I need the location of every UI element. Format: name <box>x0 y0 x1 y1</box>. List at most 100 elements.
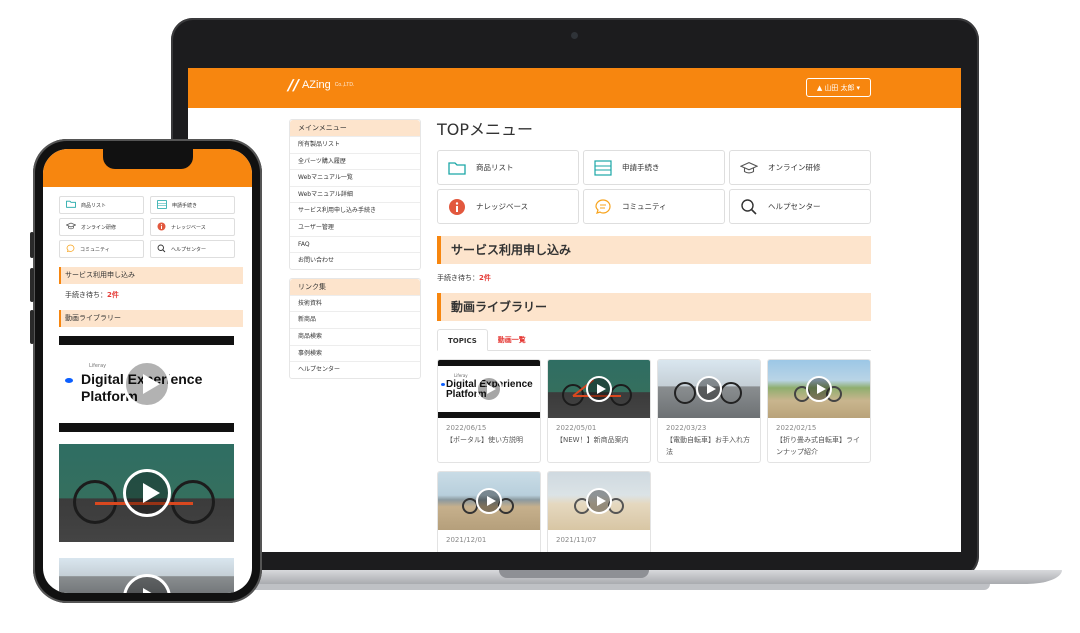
menu-card-help[interactable]: ヘルプセンター <box>729 189 871 224</box>
header-bar: ∕∕ AZing Co.,LTD. ▲ 山田 太郎 ▾ <box>188 68 961 108</box>
menu-card-knowledge[interactable]: ナレッジベース <box>437 189 579 224</box>
sidebar: メインメニュー 所有製品リスト 全パーツ購入履歴 Webマニュアル一覧 Webマ… <box>289 119 421 387</box>
user-name: 山田 太郎 <box>824 83 855 92</box>
video-card[interactable]: 2022/02/15 【折り畳み式自転車】ラインナップ紹介 <box>767 359 871 463</box>
main-menu-title: メインメニュー <box>290 120 420 136</box>
user-menu-button[interactable]: ▲ 山田 太郎 ▾ <box>806 78 871 97</box>
play-icon[interactable] <box>806 376 832 402</box>
phone-pending-status[interactable]: 手続き待ち：2件 <box>65 290 252 302</box>
phone-menu-help[interactable]: ヘルプセンター <box>150 240 235 258</box>
chat-icon <box>594 198 612 216</box>
liferay-logo-icon <box>441 383 445 386</box>
play-icon[interactable] <box>696 376 722 402</box>
phone-menu-products[interactable]: 商品リスト <box>59 196 144 214</box>
phone-pending-label: 手続き待ち： <box>65 291 107 299</box>
play-icon[interactable] <box>122 360 171 408</box>
video-grid: Liferay Digital Experience Platform 2022/… <box>437 359 871 552</box>
magnifier-icon <box>157 244 166 255</box>
video-card[interactable]: 2021/11/07 <box>547 471 651 552</box>
graduation-cap-icon <box>65 222 77 232</box>
video-card[interactable]: Liferay Digital Experience Platform 2022/… <box>437 359 541 463</box>
sidebar-item[interactable]: サービス利用申し込み手続き <box>290 202 420 219</box>
logo[interactable]: ∕∕ AZing Co.,LTD. <box>288 76 354 94</box>
video-meta: 2022/03/23 【電動自転車】お手入れ方法 <box>658 418 760 462</box>
folder-icon <box>66 200 76 210</box>
video-meta: 2022/02/15 【折り畳み式自転車】ラインナップ紹介 <box>768 418 870 462</box>
phone-pending-count: 2件 <box>107 291 119 299</box>
pending-label: 手続き待ち： <box>437 274 479 282</box>
video-title: 【NEW！】新商品案内 <box>556 436 629 444</box>
play-icon[interactable] <box>476 488 502 514</box>
phone-video-thumbnail[interactable] <box>59 558 234 593</box>
link-item[interactable]: 新商品 <box>290 311 420 328</box>
sidebar-item[interactable]: 所有製品リスト <box>290 136 420 153</box>
sidebar-item[interactable]: 全パーツ購入履歴 <box>290 152 420 170</box>
play-icon[interactable] <box>586 488 612 514</box>
links-panel: リンク集 技術資料 新商品 商品検索 事例検索 ヘルプセンター <box>289 277 421 379</box>
link-item[interactable]: 商品検索 <box>290 327 420 345</box>
play-icon[interactable] <box>586 376 612 402</box>
video-meta: 2021/12/01 <box>438 530 540 550</box>
menu-card-label: オンライン研修 <box>768 163 821 172</box>
video-card[interactable]: 2022/03/23 【電動自転車】お手入れ方法 <box>657 359 761 463</box>
info-icon <box>448 198 466 216</box>
pending-status[interactable]: 手続き待ち：2件 <box>437 273 871 283</box>
menu-card-label: 申請手続き <box>622 163 660 172</box>
video-title: 【電動自転車】お手入れ方法 <box>666 436 750 456</box>
phone-notch <box>103 149 193 169</box>
video-date: 2022/02/15 <box>776 424 817 432</box>
menu-card-label: ナレッジベース <box>476 202 529 211</box>
phone-menu-community[interactable]: コミュニティ <box>59 240 144 258</box>
phone-menu-knowledge[interactable]: ナレッジベース <box>150 218 235 236</box>
play-icon[interactable] <box>122 574 171 593</box>
video-meta: 2022/06/15 【ポータル】使い方説明 <box>438 418 540 450</box>
phone-menu-applications[interactable]: 申請手続き <box>150 196 235 214</box>
video-card[interactable]: 2022/05/01 【NEW！】新商品案内 <box>547 359 651 463</box>
menu-card-label: ヘルプセンター <box>768 202 821 211</box>
phone-video-thumbnail[interactable] <box>59 444 234 542</box>
sidebar-item[interactable]: お問い合わせ <box>290 252 420 269</box>
menu-card-training[interactable]: オンライン研修 <box>729 150 871 185</box>
tab-video-list[interactable]: 動画一覧 <box>488 329 536 350</box>
tab-topics[interactable]: TOPICS <box>437 329 488 351</box>
phone-video-thumbnail[interactable]: Liferay Digital Experience Platform <box>59 336 234 432</box>
video-section-title: 動画ライブラリー <box>437 293 871 321</box>
play-icon[interactable] <box>122 469 171 517</box>
phone-menu-label: コミュニティ <box>80 246 110 253</box>
video-thumbnail <box>548 472 650 530</box>
service-section-title: サービス利用申し込み <box>437 236 871 264</box>
laptop-base-shadow <box>230 584 990 590</box>
video-thumbnail <box>548 360 650 418</box>
link-item[interactable]: ヘルプセンター <box>290 361 420 378</box>
main-content: TOPメニュー 商品リスト 申請手続き オンライン研修 ナレッジベース コミュニ… <box>437 118 871 552</box>
video-meta: 2021/11/07 <box>548 530 650 550</box>
main-menu-panel: メインメニュー 所有製品リスト 全パーツ購入履歴 Webマニュアル一覧 Webマ… <box>289 119 421 270</box>
phone-side-button <box>30 232 34 258</box>
menu-card-applications[interactable]: 申請手続き <box>583 150 725 185</box>
laptop-screen: ∕∕ AZing Co.,LTD. ▲ 山田 太郎 ▾ メインメニュー 所有製品… <box>188 68 961 552</box>
phone-menu-label: ナレッジベース <box>171 224 206 231</box>
sidebar-item[interactable]: Webマニュアル詳細 <box>290 185 420 203</box>
phone-screen: 商品リスト 申請手続き オンライン研修 ナレッジベース コミュニティ ヘルプセン… <box>43 149 252 593</box>
link-item[interactable]: 事例検索 <box>290 344 420 362</box>
video-thumbnail: Liferay Digital Experience Platform <box>438 360 540 418</box>
folder-icon <box>448 159 466 177</box>
menu-card-products[interactable]: 商品リスト <box>437 150 579 185</box>
bike-wheel <box>720 382 742 404</box>
phone-menu-training[interactable]: オンライン研修 <box>59 218 144 236</box>
sidebar-item[interactable]: Webマニュアル一覧 <box>290 169 420 186</box>
video-thumbnail <box>438 472 540 530</box>
graduation-cap-icon <box>740 159 758 177</box>
video-date: 2022/03/23 <box>666 424 707 432</box>
menu-card-community[interactable]: コミュニティ <box>583 189 725 224</box>
sidebar-item[interactable]: ユーザー管理 <box>290 218 420 236</box>
chevron-down-icon: ▾ <box>856 83 861 92</box>
sidebar-item[interactable]: FAQ <box>290 235 420 253</box>
play-icon[interactable] <box>476 376 502 402</box>
video-tabs: TOPICS 動画一覧 <box>437 329 871 351</box>
phone-side-button <box>30 310 34 344</box>
link-item[interactable]: 技術資料 <box>290 294 420 312</box>
video-date: 2022/05/01 <box>556 424 597 432</box>
form-icon <box>594 159 612 177</box>
video-card[interactable]: 2021/12/01 <box>437 471 541 552</box>
